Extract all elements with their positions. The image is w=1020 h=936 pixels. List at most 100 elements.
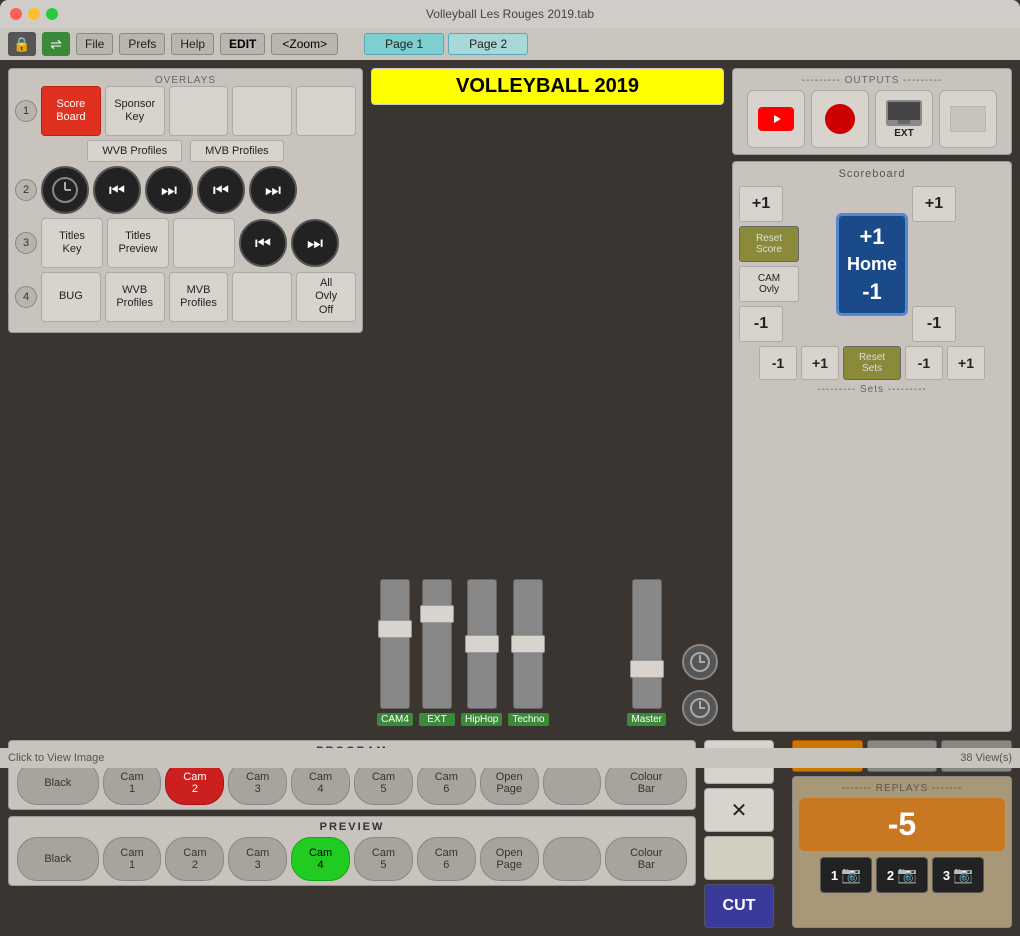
prev-openpage-btn[interactable]: OpenPage (480, 837, 539, 881)
wvb-profiles-row4-btn[interactable]: WVBProfiles (105, 272, 165, 322)
replay-cam3-btn[interactable]: 3 📷 (932, 857, 984, 893)
edit-menu[interactable]: EDIT (220, 33, 265, 55)
score-right-plus-btn[interactable]: +1 (912, 186, 956, 222)
ext-fader-group: EXT (419, 579, 455, 726)
scoreboard-btn[interactable]: ScoreBoard (41, 86, 101, 136)
prev-btn-3[interactable]: ⏮ (239, 219, 287, 267)
mvb-profiles-row4-btn[interactable]: MVBProfiles (169, 272, 229, 322)
prog-prev-section: PROGRAM Black Cam1 Cam2 Cam3 Cam4 Cam5 C… (8, 740, 696, 928)
score-right-minus-btn[interactable]: -1 (912, 306, 956, 342)
outputs-section: --------- OUTPUTS --------- (732, 68, 1012, 155)
camera1-icon: 📷 (841, 865, 861, 885)
all-ovly-off-btn[interactable]: AllOvlyOff (296, 272, 356, 322)
reset-sets-btn[interactable]: ResetSets (843, 346, 901, 380)
maximize-button[interactable] (46, 8, 58, 20)
prev-cam1-btn[interactable]: Cam1 (103, 837, 162, 881)
overlay-btn-3[interactable] (169, 86, 229, 136)
fader-icon-2[interactable] (682, 690, 718, 726)
profiles-row: WVB Profiles MVB Profiles (15, 140, 356, 162)
score-main-display: +1 Home -1 (836, 213, 908, 316)
cam-ovly-btn[interactable]: CAMOvly (739, 266, 799, 302)
replay-cam2-num: 2 (887, 868, 894, 883)
page2-tab[interactable]: Page 2 (448, 33, 528, 55)
ext-fader-handle[interactable] (420, 605, 454, 623)
x-dissolve-btn[interactable]: ✕ (704, 788, 774, 832)
fader-icon-1[interactable] (682, 644, 718, 680)
cam4-fader-track[interactable] (380, 579, 410, 709)
score-minus-display: -1 (847, 279, 897, 305)
camera3-icon: 📷 (953, 865, 973, 885)
window-title: Volleyball Les Rouges 2019.tab (426, 7, 594, 21)
next-btn-3[interactable]: ⏭ (291, 219, 339, 267)
sponsor-key-btn[interactable]: SponsorKey (105, 86, 165, 136)
overlays-title: OVERLAYS (15, 75, 356, 86)
ext-fader-track[interactable] (422, 579, 452, 709)
master-fader-handle[interactable] (630, 660, 664, 678)
cam4-fader-handle[interactable] (378, 620, 412, 638)
page1-tab[interactable]: Page 1 (364, 33, 444, 55)
prev-cam5-btn[interactable]: Cam5 (354, 837, 413, 881)
prev-cam3-btn[interactable]: Cam3 (228, 837, 287, 881)
score-team-display: Home (847, 250, 897, 279)
clock-btn[interactable] (41, 166, 89, 214)
titles-key-btn[interactable]: TitlesKey (41, 218, 103, 268)
prev-colourbar-btn[interactable]: ColourBar (605, 837, 687, 881)
menubar: 🔒 ⇌ File Prefs Help EDIT <Zoom> Page 1 P… (0, 28, 1020, 60)
score-minus-btn[interactable]: -1 (739, 306, 783, 342)
wvb-profiles-btn[interactable]: WVB Profiles (87, 140, 182, 162)
score-plus-btn[interactable]: +1 (739, 186, 783, 222)
master-fader-track[interactable] (632, 579, 662, 709)
lock-icon[interactable]: 🔒 (8, 32, 36, 56)
minimize-button[interactable] (28, 8, 40, 20)
row4-empty-btn[interactable] (232, 272, 292, 322)
mvb-profiles-btn[interactable]: MVB Profiles (190, 140, 284, 162)
status-left: Click to View Image (8, 752, 104, 764)
row-num-1: 1 (15, 100, 37, 122)
replay-cam2-btn[interactable]: 2 📷 (876, 857, 928, 893)
sets-right-minus-btn[interactable]: -1 (905, 346, 943, 380)
next-btn-1[interactable]: ⏭ (145, 166, 193, 214)
hiphop-fader-handle[interactable] (465, 635, 499, 653)
replay-cam3-num: 3 (943, 868, 950, 883)
overlay-row-4: 4 BUG WVBProfiles MVBProfiles AllOvlyOff (15, 272, 356, 322)
overlay-btn-5[interactable] (296, 86, 356, 136)
prev-black-btn[interactable]: Black (17, 837, 99, 881)
ext-output-btn[interactable]: EXT (875, 90, 933, 148)
scoreboard-title: Scoreboard (739, 168, 1005, 180)
score-left-side: +1 ResetScore CAMOvly -1 (739, 186, 832, 342)
prefs-menu[interactable]: Prefs (119, 33, 165, 55)
prev-btn-1[interactable]: ⏮ (93, 166, 141, 214)
eq-icon[interactable]: ⇌ (42, 32, 70, 56)
sets-minus1-btn[interactable]: -1 (759, 346, 797, 380)
youtube-output-btn[interactable] (747, 90, 805, 148)
overlay-btn-4[interactable] (232, 86, 292, 136)
ext-icon (886, 100, 922, 126)
replay-cam1-num: 1 (831, 868, 838, 883)
sets-plus1-btn[interactable]: +1 (801, 346, 839, 380)
prev-cam4-btn[interactable]: Cam4 (291, 837, 350, 881)
status-bar: Click to View Image 38 View(s) (0, 748, 1020, 768)
output-btn-4[interactable] (939, 90, 997, 148)
file-menu[interactable]: File (76, 33, 113, 55)
close-button[interactable] (10, 8, 22, 20)
zoom-control[interactable]: <Zoom> (271, 33, 338, 55)
prev-cam2-btn[interactable]: Cam2 (165, 837, 224, 881)
row3-btn-3[interactable] (173, 218, 235, 268)
prev-cam6-btn[interactable]: Cam6 (417, 837, 476, 881)
cut-btn[interactable]: CUT (704, 884, 774, 928)
rec-replay-section: Rec On Rec Off Live ------- REPLAYS ----… (792, 740, 1012, 928)
hiphop-fader-track[interactable] (467, 579, 497, 709)
sets-right-plus-btn[interactable]: +1 (947, 346, 985, 380)
techno-fader-handle[interactable] (511, 635, 545, 653)
help-menu[interactable]: Help (171, 33, 214, 55)
titles-preview-btn[interactable]: TitlesPreview (107, 218, 169, 268)
overlay-row-1: 1 ScoreBoard SponsorKey (15, 86, 356, 136)
techno-fader-track[interactable] (513, 579, 543, 709)
record-output-btn[interactable] (811, 90, 869, 148)
ext-fader-label: EXT (419, 713, 455, 726)
next-btn-2[interactable]: ⏭ (249, 166, 297, 214)
prev-btn-2[interactable]: ⏮ (197, 166, 245, 214)
reset-score-btn[interactable]: ResetScore (739, 226, 799, 262)
replay-cam1-btn[interactable]: 1 📷 (820, 857, 872, 893)
bug-btn[interactable]: BUG (41, 272, 101, 322)
